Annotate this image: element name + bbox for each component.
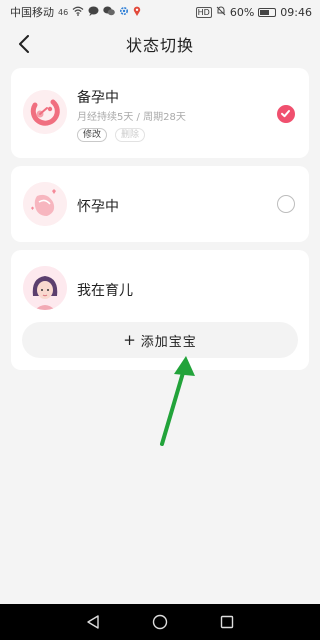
state-card-pregnant[interactable]: 怀孕中	[11, 166, 309, 242]
cycle-info: 月经持续5天 / 周期28天	[77, 112, 186, 123]
nav-home-button[interactable]	[146, 608, 174, 636]
mute-icon	[216, 6, 226, 19]
battery-icon	[258, 7, 277, 17]
header: 状态切换	[0, 24, 320, 64]
check-icon	[281, 110, 290, 118]
parent-avatar-icon	[23, 266, 67, 310]
nav-home-icon	[152, 614, 168, 630]
location-icon	[133, 6, 141, 19]
state-radio[interactable]	[277, 195, 295, 213]
nav-back-icon	[87, 615, 100, 629]
annotation-arrow-icon	[160, 356, 195, 446]
delete-button[interactable]: 删除	[115, 128, 146, 142]
nav-recent-icon	[220, 615, 233, 629]
state-title: 我在育儿	[77, 283, 133, 299]
nav-recent-button[interactable]	[213, 608, 241, 636]
nav-back-button[interactable]	[79, 608, 107, 636]
status-right: HD 60% 09:46	[195, 5, 312, 19]
hd-icon: HD	[195, 6, 212, 18]
signal-icon: 46	[58, 7, 69, 17]
back-arrow-icon	[19, 35, 29, 53]
clock: 09:46	[280, 5, 312, 19]
plus-icon: +	[123, 330, 137, 349]
state-title: 怀孕中	[77, 199, 119, 215]
settings-icon	[119, 6, 129, 19]
state-card-preparing[interactable]: 备孕中 月经持续5天 / 周期28天 修改 删除	[11, 68, 309, 158]
wechat-icon	[103, 6, 115, 19]
message-icon	[88, 6, 99, 19]
add-baby-label: 添加宝宝	[140, 334, 197, 350]
navigation-bar	[0, 604, 320, 640]
state-title: 备孕中	[77, 90, 119, 106]
wifi-icon	[72, 6, 84, 19]
back-button[interactable]	[10, 30, 38, 58]
battery-percent: 60%	[229, 5, 255, 19]
page-title: 状态切换	[125, 36, 194, 55]
carrier-label: 中国移动	[10, 6, 54, 19]
pregnant-avatar-icon	[23, 182, 67, 226]
edit-button[interactable]: 修改	[77, 128, 108, 142]
status-left: 中国移动 46	[10, 4, 141, 20]
status-bar: 中国移动 46 HD 60% 09:46	[0, 0, 320, 24]
state-radio-selected[interactable]	[277, 105, 295, 123]
preparing-avatar-icon	[23, 90, 67, 134]
